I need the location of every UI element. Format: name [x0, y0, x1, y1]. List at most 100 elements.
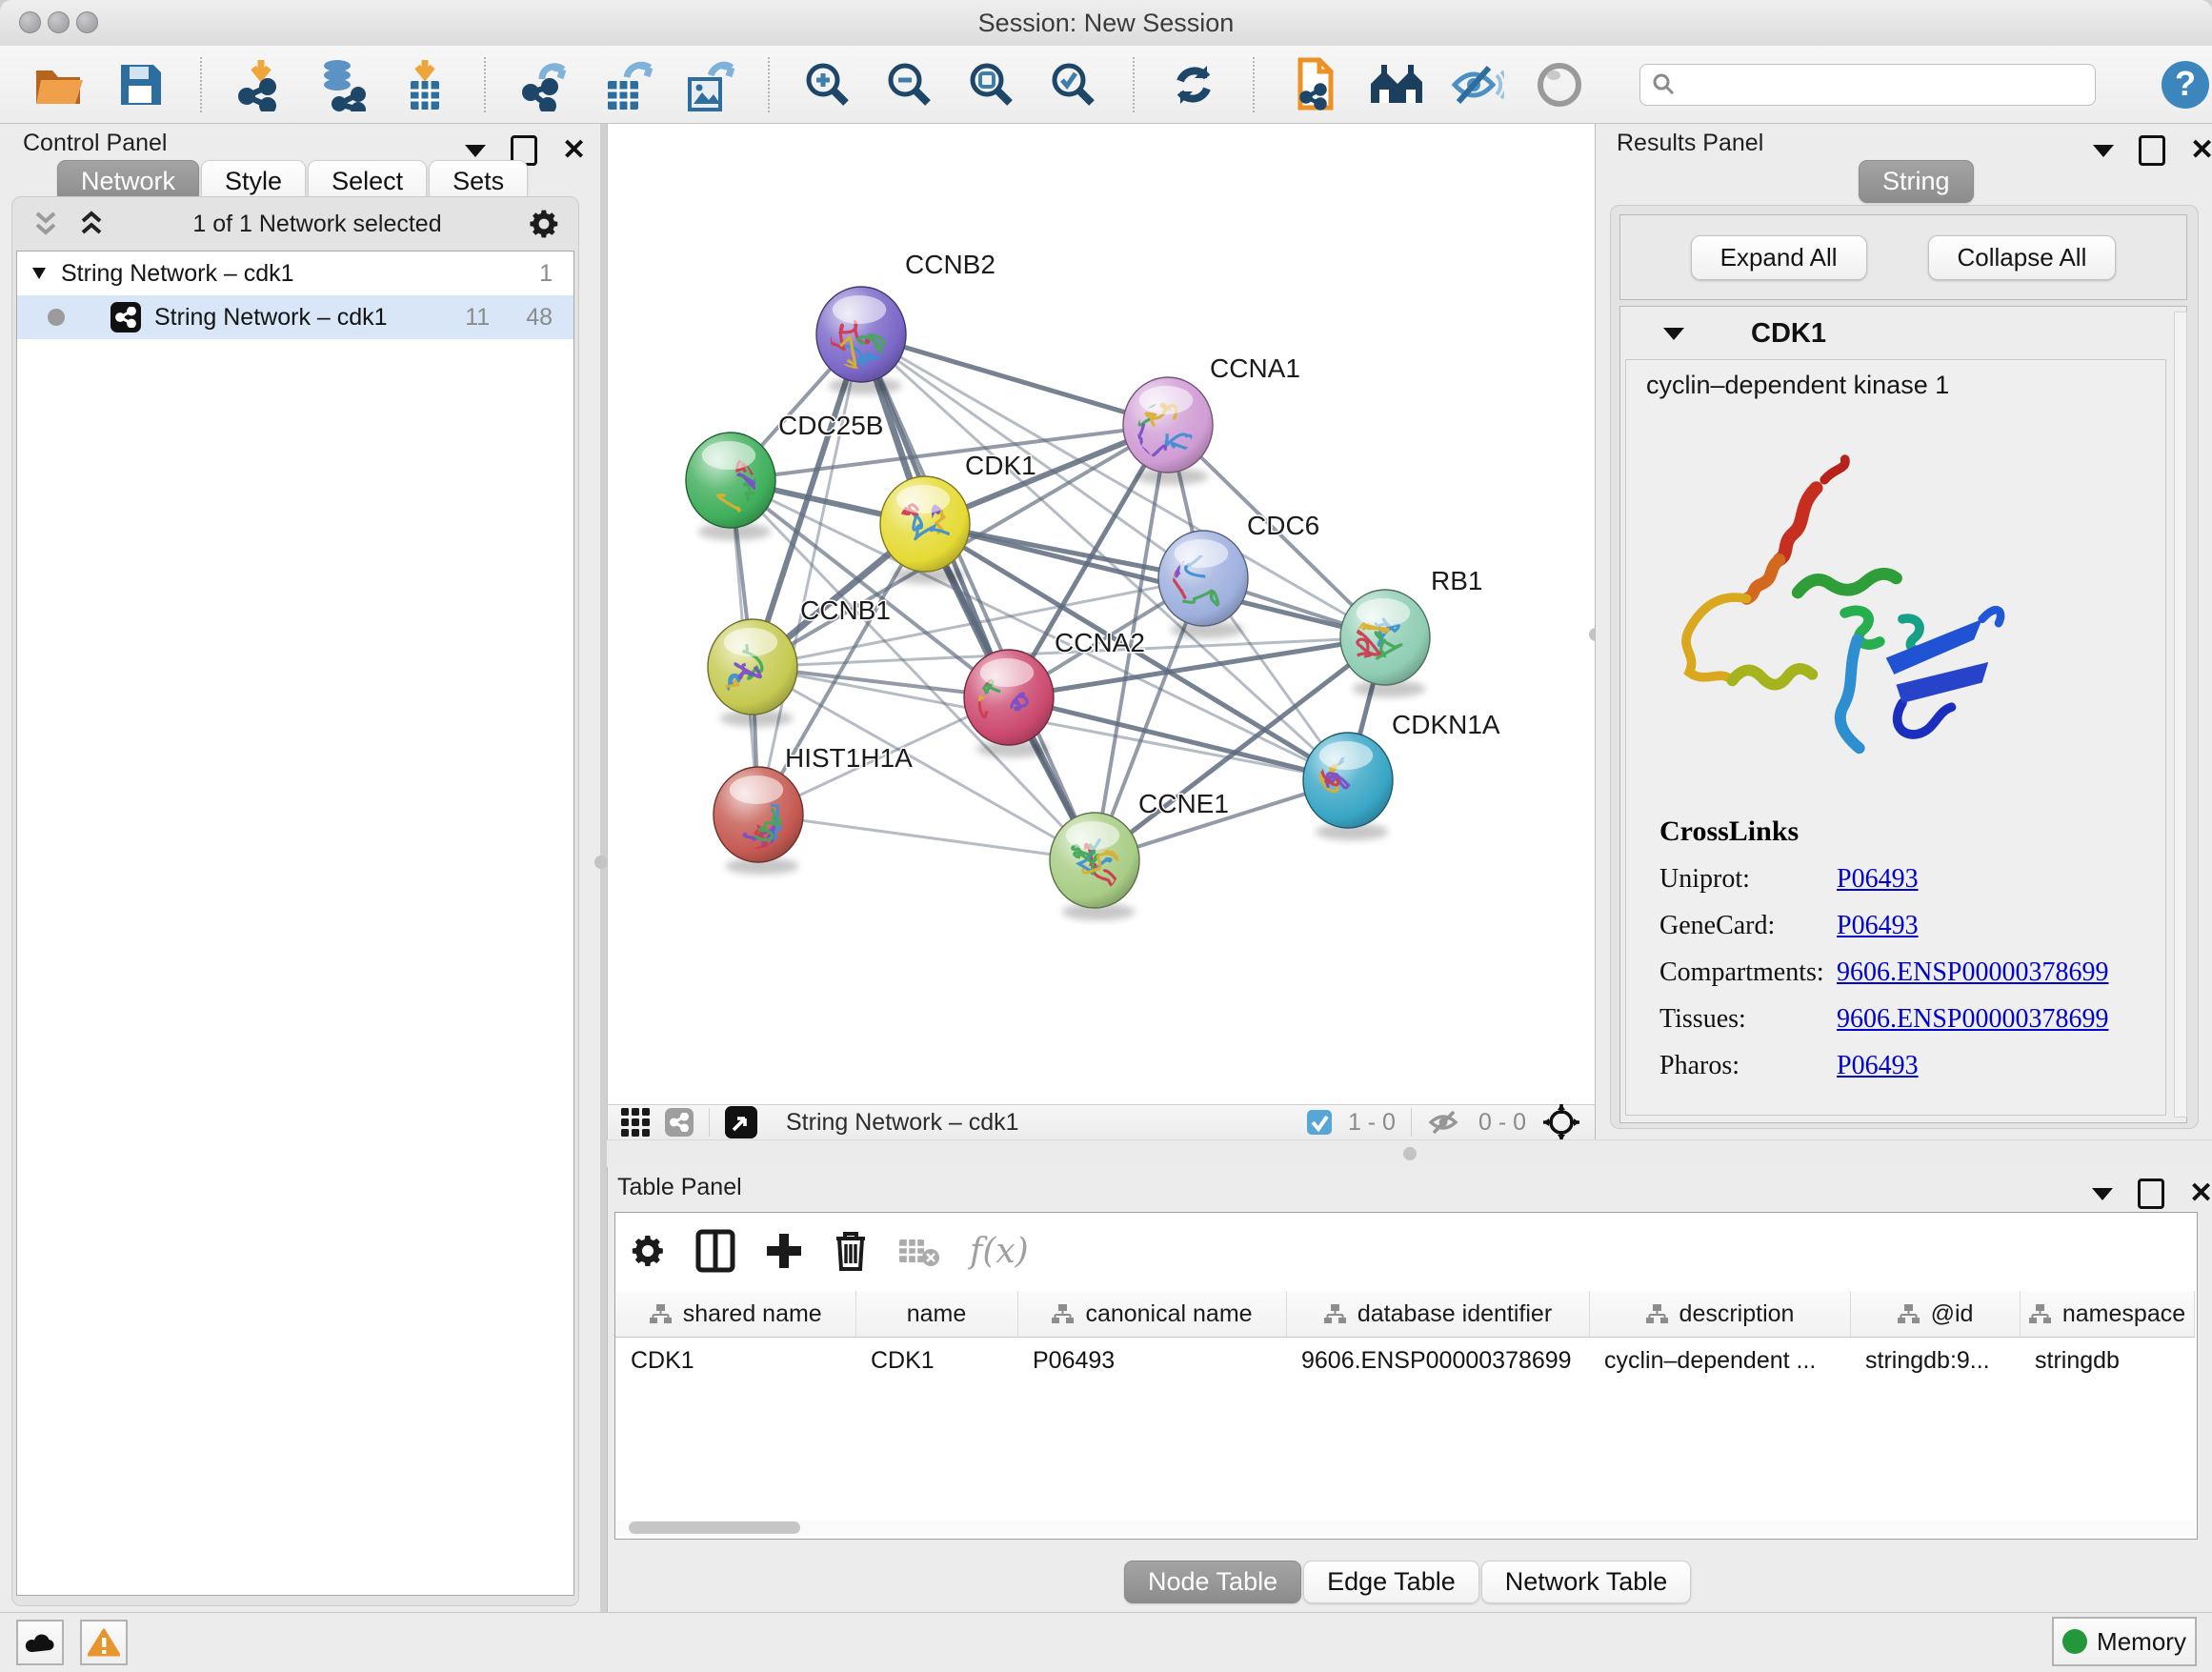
table-hscrollbar-thumb[interactable]: [629, 1521, 800, 1534]
col-database-identifier[interactable]: database identifier: [1286, 1291, 1589, 1338]
network-edge[interactable]: [758, 815, 1095, 860]
results-panel-float-icon[interactable]: [2139, 135, 2165, 166]
export-image-icon[interactable]: [682, 58, 735, 111]
horizontal-splitter-handle[interactable]: [1403, 1147, 1417, 1160]
table-row[interactable]: CDK1 CDK1 P06493 9606.ENSP00000378699 cy…: [615, 1338, 2194, 1384]
delete-column-icon[interactable]: [833, 1229, 869, 1273]
cell-description[interactable]: cyclin–dependent ...: [1589, 1338, 1850, 1384]
import-network-file-icon[interactable]: [234, 58, 288, 111]
show-columns-icon[interactable]: [695, 1229, 735, 1273]
gear-icon[interactable]: [527, 207, 561, 241]
network-label: String Network – cdk1: [154, 304, 388, 332]
network-node-HIST1H1A[interactable]: HIST1H1A: [714, 743, 913, 875]
import-network-database-icon[interactable]: [316, 58, 370, 111]
tab-string[interactable]: String: [1859, 160, 1974, 203]
control-panel: Control Panel ✕ NetworkStyleSelectSets 1…: [0, 124, 600, 1612]
export-network-icon[interactable]: [518, 58, 572, 111]
cell-namespace[interactable]: stringdb: [2020, 1338, 2194, 1384]
open-session-icon[interactable]: [32, 58, 86, 111]
network-node-RB1[interactable]: RB1: [1340, 566, 1482, 697]
crosslink-compartments-link[interactable]: 9606.ENSP00000378699: [1837, 957, 2108, 988]
import-table-icon[interactable]: [398, 58, 452, 111]
network-node-CDKN1A[interactable]: CDKN1A: [1297, 710, 1500, 840]
crosslink-pharos-link[interactable]: P06493: [1837, 1051, 1919, 1081]
tab-edge-table[interactable]: Edge Table: [1303, 1561, 1479, 1603]
glass-ball-effect-icon[interactable]: [1451, 58, 1504, 111]
tab-node-table[interactable]: Node Table: [1124, 1561, 1301, 1603]
crosslink-tissues-link[interactable]: 9606.ENSP00000378699: [1837, 1004, 2108, 1035]
network-node-CDC6[interactable]: CDC6: [1133, 511, 1320, 638]
cell-id[interactable]: stringdb:9...: [1850, 1338, 2020, 1384]
network-node-count: 11: [465, 304, 490, 332]
cell-name[interactable]: CDK1: [855, 1338, 1017, 1384]
network-edge[interactable]: [861, 334, 1095, 860]
cell-shared-name[interactable]: CDK1: [615, 1338, 855, 1384]
col-namespace[interactable]: namespace: [2020, 1291, 2194, 1338]
zoom-fit-icon[interactable]: [965, 58, 1018, 111]
string-import-icon[interactable]: [1287, 58, 1340, 111]
zoom-in-icon[interactable]: [802, 58, 855, 111]
grey-sphere-icon[interactable]: [1533, 58, 1586, 111]
search-input[interactable]: [1639, 64, 2096, 106]
network-list-groupbox: 1 of 1 Network selected String Network –…: [11, 196, 579, 1606]
network-node-CCNA2[interactable]: CCNA2: [964, 628, 1145, 757]
results-panel-menu-icon[interactable]: [2093, 145, 2114, 157]
hidden-count: 0 - 0: [1478, 1109, 1526, 1137]
results-scrollbar[interactable]: [2174, 312, 2187, 1118]
crosslink-genecard-link[interactable]: P06493: [1837, 911, 1919, 941]
network-collection-row[interactable]: String Network – cdk1 1: [17, 252, 573, 295]
cloud-status-button[interactable]: [16, 1620, 64, 1665]
save-session-icon[interactable]: [114, 58, 168, 111]
hidden-eye-icon[interactable]: [1427, 1109, 1463, 1136]
zoom-out-icon[interactable]: [883, 58, 936, 111]
table-panel-menu-icon[interactable]: [2092, 1188, 2113, 1200]
section-collapse-icon[interactable]: [1663, 328, 1684, 340]
network-edge[interactable]: [861, 334, 1168, 425]
collapse-all-button[interactable]: Collapse All: [1928, 235, 2117, 280]
node-label: HIST1H1A: [785, 743, 913, 773]
control-panel-menu-icon[interactable]: [465, 145, 486, 157]
birds-eye-view-icon[interactable]: [725, 1106, 757, 1138]
network-canvas[interactable]: CCNB2CCNA1CDC25BCDK1CDC6RB1CCNB1CCNA2CDK…: [607, 124, 1596, 1104]
tree-expander-icon[interactable]: [17, 264, 61, 283]
refresh-icon[interactable]: [1167, 58, 1220, 111]
collection-count: 1: [539, 260, 553, 288]
network-node-CDC25B[interactable]: CDC25B: [686, 411, 883, 546]
results-panel-close-icon[interactable]: ✕: [2190, 138, 2212, 163]
network-node-CCNE1[interactable]: CCNE1: [1050, 789, 1229, 920]
crosslink-label: Pharos:: [1659, 1051, 1837, 1081]
network-node-CCNB2[interactable]: CCNB2: [816, 250, 995, 394]
table-hscrollbar[interactable]: [615, 1521, 2195, 1536]
add-column-icon[interactable]: [764, 1231, 804, 1271]
table-panel-float-icon[interactable]: [2138, 1178, 2164, 1209]
main-toolbar: ?: [0, 46, 2212, 124]
col-description[interactable]: description: [1589, 1291, 1850, 1338]
col-name[interactable]: name: [855, 1291, 1017, 1338]
selected-checkbox-icon[interactable]: [1306, 1109, 1333, 1136]
cdk1-section-header[interactable]: CDK1: [1625, 312, 2164, 355]
table-gear-icon[interactable]: [629, 1232, 667, 1270]
col-id[interactable]: @id: [1850, 1291, 2020, 1338]
table-panel-close-icon[interactable]: ✕: [2189, 1181, 2212, 1206]
left-splitter-handle[interactable]: [594, 856, 608, 869]
help-icon[interactable]: ?: [2159, 58, 2212, 111]
expand-all-icon[interactable]: [75, 210, 108, 238]
collapse-all-icon[interactable]: [30, 210, 62, 238]
zoom-selected-icon[interactable]: [1047, 58, 1100, 111]
tab-network-table[interactable]: Network Table: [1481, 1561, 1692, 1603]
memory-button[interactable]: Memory: [2052, 1617, 2197, 1666]
export-table-icon[interactable]: [600, 58, 654, 111]
warning-status-button[interactable]: [80, 1620, 128, 1665]
network-row[interactable]: String Network – cdk1 11 48: [17, 295, 573, 339]
col-shared-name[interactable]: shared name: [615, 1291, 855, 1338]
cell-database-identifier[interactable]: 9606.ENSP00000378699: [1286, 1338, 1589, 1384]
control-panel-close-icon[interactable]: ✕: [562, 138, 586, 163]
string-home-icon[interactable]: [1369, 58, 1422, 111]
col-canonical-name[interactable]: canonical name: [1017, 1291, 1286, 1338]
cell-canonical-name[interactable]: P06493: [1017, 1338, 1286, 1384]
expand-all-button[interactable]: Expand All: [1691, 235, 1867, 280]
horizontal-splitter[interactable]: [607, 1139, 2212, 1169]
grid-view-icon[interactable]: [621, 1108, 650, 1137]
crosslink-uniprot-link[interactable]: P06493: [1837, 864, 1919, 895]
fit-selected-crosshair-icon[interactable]: [1541, 1102, 1581, 1142]
